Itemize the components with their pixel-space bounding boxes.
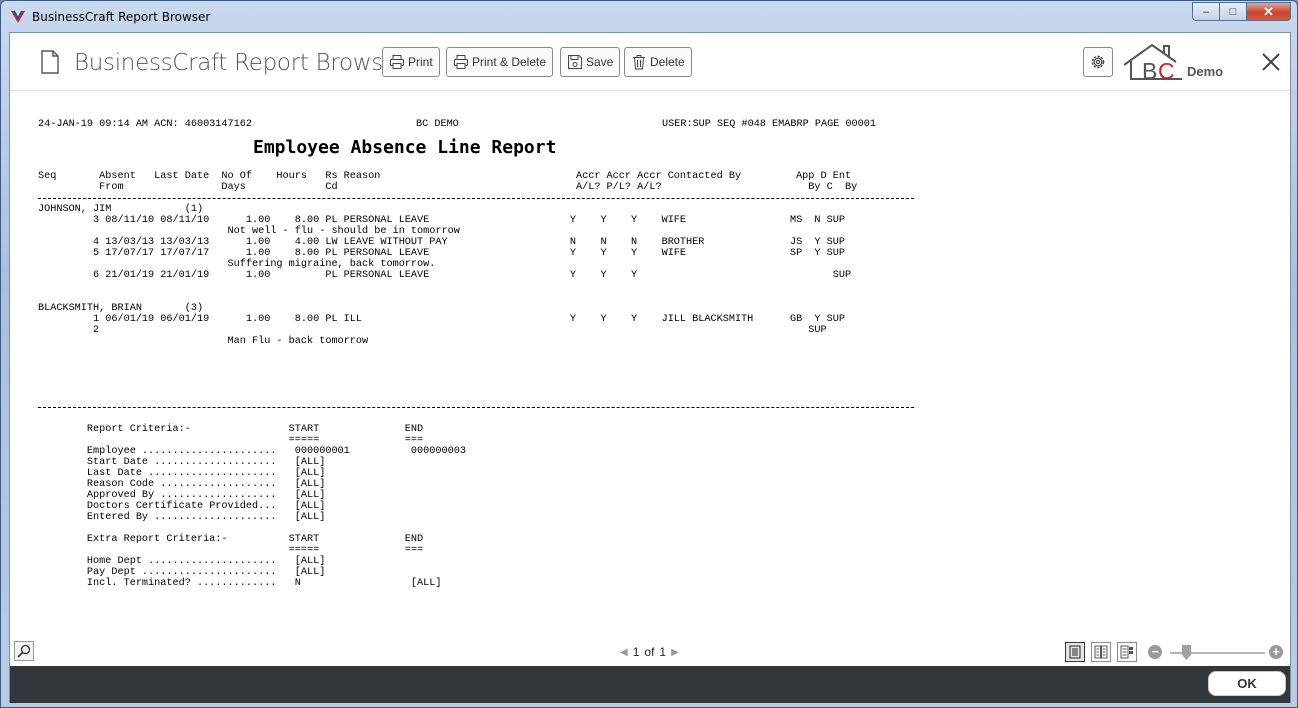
zoom-out-button[interactable]: − — [1148, 645, 1162, 659]
criteria-line: Doctors Certificate Provided... [ALL] — [38, 501, 326, 512]
column-header-row-1: Seq Absent Last Date No Of Hours Rs Reas… — [38, 171, 852, 182]
document-icon — [41, 50, 59, 74]
logo-demo-label: Demo — [1187, 64, 1224, 79]
viewer-controls: ◀ 1 of 1 ▶ − + — [10, 632, 1290, 666]
divider-top — [38, 198, 914, 199]
find-button[interactable] — [14, 641, 34, 661]
client-area: BusinessCraft Report Browser Print Print… — [9, 32, 1291, 703]
window-frame: BusinessCraft Report Browser ‒ □ ✕ Busin… — [0, 0, 1298, 708]
criteria-line: ===== === — [38, 435, 424, 446]
pager: ◀ 1 of 1 ▶ — [620, 645, 679, 659]
minimize-button[interactable]: ‒ — [1192, 2, 1219, 21]
search-icon — [17, 644, 31, 658]
trash-icon — [633, 55, 645, 70]
report-header-center: BC DEMO — [416, 119, 459, 130]
total-pages: 1 — [659, 645, 667, 659]
divider-bottom — [38, 407, 914, 408]
criteria-line: Approved By ................... [ALL] — [38, 490, 326, 501]
page-thumbnail-view-button[interactable] — [1117, 642, 1137, 662]
zoom-slider-thumb[interactable] — [1182, 645, 1191, 660]
absence-line: 1 06/01/19 06/01/19 1.00 8.00 PL ILL Y Y… — [38, 314, 845, 325]
criteria-line: Start Date .................... [ALL] — [38, 457, 326, 468]
page-of-label: of — [644, 645, 655, 659]
criteria-line: Entered By .................... [ALL] — [38, 512, 326, 523]
ok-button[interactable]: OK — [1208, 671, 1286, 696]
absence-line: 4 13/03/13 13/03/13 1.00 4.00 LW LEAVE W… — [38, 237, 845, 248]
single-page-view-button[interactable] — [1065, 642, 1085, 662]
window-close-button[interactable]: ✕ — [1246, 2, 1291, 21]
window-title: BusinessCraft Report Browser — [32, 10, 211, 24]
print-label: Print — [408, 55, 433, 69]
logo-b: B — [1142, 58, 1157, 84]
criteria-line: Home Dept ..................... [ALL] — [38, 556, 326, 567]
absence-note: Suffering migraine, back tomorrow. — [38, 259, 436, 270]
close-icon[interactable] — [1260, 51, 1282, 73]
footer-bar: OK — [10, 666, 1290, 703]
floppy-disk-icon — [568, 55, 582, 69]
current-page: 1 — [632, 645, 640, 659]
absence-line: 6 21/01/19 21/01/19 1.00 PL PERSONAL LEA… — [38, 270, 852, 281]
absence-line: 2 SUP — [38, 325, 827, 336]
single-page-icon — [1069, 645, 1081, 659]
absence-note: Not well - flu - should be in tomorrow — [38, 226, 460, 237]
logo-c: C — [1158, 58, 1175, 84]
zoom-in-button[interactable]: + — [1269, 645, 1283, 659]
app-icon — [11, 10, 25, 23]
criteria-line: Employee ...................... 00000000… — [38, 446, 466, 457]
criteria-line: Pay Dept ...................... [ALL] — [38, 567, 326, 578]
absence-line: 5 17/07/17 17/07/17 1.00 8.00 PL PERSONA… — [38, 248, 845, 259]
criteria-line: Extra Report Criteria:- START END — [38, 534, 424, 545]
employee-name: BLACKSMITH, BRIAN (3) — [38, 303, 204, 314]
next-page-button[interactable]: ▶ — [671, 647, 679, 658]
criteria-line: Last Date ..................... [ALL] — [38, 468, 326, 479]
thumbnail-view-icon — [1120, 645, 1133, 659]
caption-buttons: ‒ □ ✕ — [1192, 2, 1291, 21]
criteria-line: Report Criteria:- START END — [38, 424, 424, 435]
print-delete-label: Print & Delete — [472, 55, 547, 69]
title-bar[interactable]: BusinessCraft Report Browser ‒ □ ✕ — [1, 1, 1297, 33]
app-title: BusinessCraft Report Browser — [74, 50, 406, 76]
printer-icon — [454, 55, 468, 69]
report-page: 24-JAN-19 09:14 AM ACN: 46003147162 BC D… — [10, 92, 1290, 632]
save-label: Save — [586, 55, 614, 69]
gear-icon — [1091, 55, 1105, 69]
save-button[interactable]: Save — [560, 47, 621, 77]
settings-button[interactable] — [1083, 47, 1113, 77]
absence-line: 3 08/11/10 08/11/10 1.00 8.00 PL PERSONA… — [38, 215, 845, 226]
employee-name: JOHNSON, JIM (1) — [38, 204, 204, 215]
delete-button[interactable]: Delete — [624, 47, 692, 77]
delete-label: Delete — [650, 55, 685, 69]
absence-note: Man Flu - back tomorrow — [38, 336, 369, 347]
print-delete-button[interactable]: Print & Delete — [446, 47, 554, 77]
report-header-right: USER:SUP SEQ #048 EMABRP PAGE 00001 — [662, 119, 876, 130]
two-page-icon — [1094, 645, 1108, 659]
criteria-line: Incl. Terminated? ............. N [ALL] — [38, 578, 442, 589]
column-header-row-2: From Days Cd A/L? P/L? A/L? By C By — [38, 182, 858, 193]
print-button[interactable]: Print — [382, 47, 440, 77]
prev-page-button[interactable]: ◀ — [620, 647, 628, 658]
maximize-button[interactable]: □ — [1219, 2, 1246, 21]
app-header: BusinessCraft Report Browser Print Print… — [10, 33, 1290, 91]
report-header-left: 24-JAN-19 09:14 AM ACN: 46003147162 — [38, 119, 252, 130]
criteria-line: ===== === — [38, 545, 424, 556]
criteria-line: Reason Code ................... [ALL] — [38, 479, 326, 490]
two-page-view-button[interactable] — [1091, 642, 1111, 662]
printer-icon — [390, 55, 404, 69]
report-title: Employee Absence Line Report — [253, 137, 557, 158]
